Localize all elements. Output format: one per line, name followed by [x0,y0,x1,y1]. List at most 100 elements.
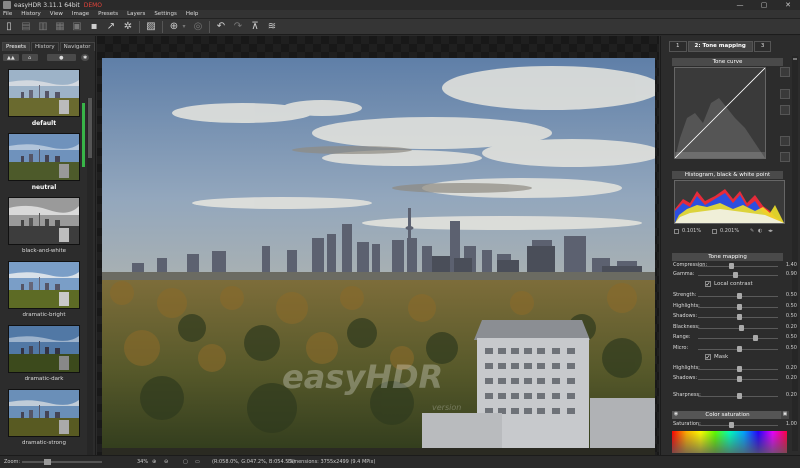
checkbox-checked-icon[interactable]: ✓ [705,354,711,361]
zoom-out-icon[interactable]: ⊖ [164,459,168,465]
aperture-icon[interactable]: ◎ [192,21,204,33]
slider-handle[interactable] [737,314,742,320]
preset-item-black-and-white[interactable]: black-and-white [8,197,80,254]
slider-value[interactable]: 0.20 [786,392,797,398]
open-folder-icon[interactable]: ▥ [37,21,49,33]
blackness-slider[interactable]: Blackness: 0.20 [672,324,797,333]
checkbox-checked-icon[interactable]: ✓ [705,281,711,288]
black-point-value[interactable]: 0.101% [682,228,701,234]
tab-navigator[interactable]: Navigator [59,42,95,51]
curve-tool-icon[interactable] [780,152,790,162]
slider-value[interactable]: 0.50 [786,334,797,340]
fit-screen-icon[interactable]: ▢ [183,459,188,465]
preset-item-neutral[interactable]: neutral [8,133,80,191]
slider-value[interactable]: 0.20 [786,365,797,371]
range-slider[interactable]: Range: 0.50 [672,334,797,343]
slider-handle[interactable] [737,293,742,299]
redo-icon[interactable]: ↷ [232,21,244,33]
slider-handle[interactable] [737,376,742,382]
menu-view[interactable]: View [50,11,63,17]
slider-handle[interactable] [737,393,742,399]
copy-icon[interactable]: ▣ [781,411,789,419]
strength-slider[interactable]: Strength: 0.50 [672,292,797,301]
curve-reset-icon[interactable] [780,67,790,77]
curve-eyedropper-icon[interactable] [780,136,790,146]
preset-item-dramatic-dark[interactable]: dramatic-dark [8,325,80,382]
slider-value[interactable]: 0.50 [786,292,797,298]
export-icon[interactable]: ↗ [105,21,117,33]
micro-slider[interactable]: Micro: 0.50 [672,345,797,354]
tab-step-1[interactable]: 1 [669,41,687,52]
slider-value[interactable]: 1.40 [786,262,797,268]
white-point-icon[interactable] [712,229,717,234]
arrows-icon[interactable]: ◂▸ [768,228,773,234]
histogram-header[interactable]: Histogram, black & white point [672,171,783,179]
settings-gear-icon[interactable]: ✲ [122,21,134,33]
histogram-graph[interactable] [674,180,785,224]
tab-history[interactable]: History [31,42,59,51]
menu-file[interactable]: File [3,11,12,17]
slider-handle[interactable] [737,366,742,372]
slider-track[interactable] [698,338,778,339]
black-point-icon[interactable] [674,229,679,234]
preset-item-dramatic-strong[interactable]: dramatic-strong [8,389,80,446]
zoom-in-icon[interactable]: ⊕ [152,459,156,465]
color-saturation-header[interactable]: Color saturation [672,411,783,419]
tone-curve-header[interactable]: Tone curve [672,58,783,66]
menu-presets[interactable]: Presets [98,11,118,17]
auto-level-icon[interactable]: ◐ [758,228,762,234]
preset-item-dramatic-bright[interactable]: dramatic-bright [8,261,80,318]
mask-shadows-slider[interactable]: Shadows: 0.20 [672,375,797,384]
undo-icon[interactable]: ↶ [215,21,227,33]
slider-track[interactable] [698,425,778,426]
menu-help[interactable]: Help [186,11,199,17]
tab-step-3[interactable]: 3 [753,41,772,52]
users-icon[interactable]: ▲▲ [3,54,19,61]
presets-scrollbar[interactable] [87,98,93,468]
slider-value[interactable]: 0.50 [786,345,797,351]
lc-highlights-slider[interactable]: Highlights: 0.50 [672,303,797,312]
slider-value[interactable]: 0.50 [786,313,797,319]
maximize-button[interactable]: ▢ [752,0,776,10]
saturation-slider[interactable]: Saturation: 1.00 [672,421,797,430]
sharpness-slider[interactable]: Sharpness: 0.20 [672,392,797,401]
tone-curve-graph[interactable] [674,67,766,159]
home-icon[interactable]: ⌂ [21,54,38,61]
tab-tone-mapping[interactable]: 2: Tone mapping [687,41,753,52]
slider-value[interactable]: 0.20 [786,375,797,381]
dropdown-arrow-icon[interactable]: ▾ [181,21,187,33]
add-circle-icon[interactable]: ⊕ [168,21,180,33]
compression-slider[interactable]: Compression: 1.40 [672,262,797,271]
save-icon[interactable]: ▣ [71,21,83,33]
slider-handle[interactable] [729,263,735,269]
batch-icon[interactable]: ▦ [54,21,66,33]
tab-presets[interactable]: Presets [2,42,31,51]
monitor-icon[interactable]: ▭ [195,459,200,465]
open-icon[interactable]: ▤ [20,21,32,33]
curve-preset-icon-2[interactable] [780,105,790,115]
minimize-button[interactable]: — [728,0,752,10]
image-canvas[interactable]: easyHDR version [97,36,659,460]
new-file-icon[interactable]: ▯ [3,21,15,33]
eye-icon[interactable]: ◉ [672,411,680,419]
menu-history[interactable]: History [21,11,41,17]
slider-handle[interactable] [752,335,758,341]
slider-value[interactable]: 0.90 [786,271,797,277]
menu-layers[interactable]: Layers [127,11,145,17]
slider-value[interactable]: 0.20 [786,324,797,330]
layers-icon[interactable]: ≋ [266,21,278,33]
slider-value[interactable]: 1.00 [786,421,797,427]
slider-handle[interactable] [733,272,739,278]
mask-highlights-slider[interactable]: Highlights: 0.20 [672,365,797,374]
slider-value[interactable]: 0.50 [786,303,797,309]
slider-handle[interactable] [737,345,742,352]
save-as-icon[interactable]: ▪ [88,21,100,33]
lc-shadows-slider[interactable]: Shadows: 0.50 [672,313,797,322]
gear-icon[interactable]: ✱ [81,54,89,61]
white-point-value[interactable]: 0.201% [720,228,739,234]
menu-settings[interactable]: Settings [154,11,177,17]
slider-handle[interactable] [737,303,742,310]
align-icon[interactable]: ⊼ [249,21,261,33]
gamma-slider[interactable]: Gamma: 0.90 [672,271,797,280]
curve-preset-icon[interactable] [780,89,790,99]
